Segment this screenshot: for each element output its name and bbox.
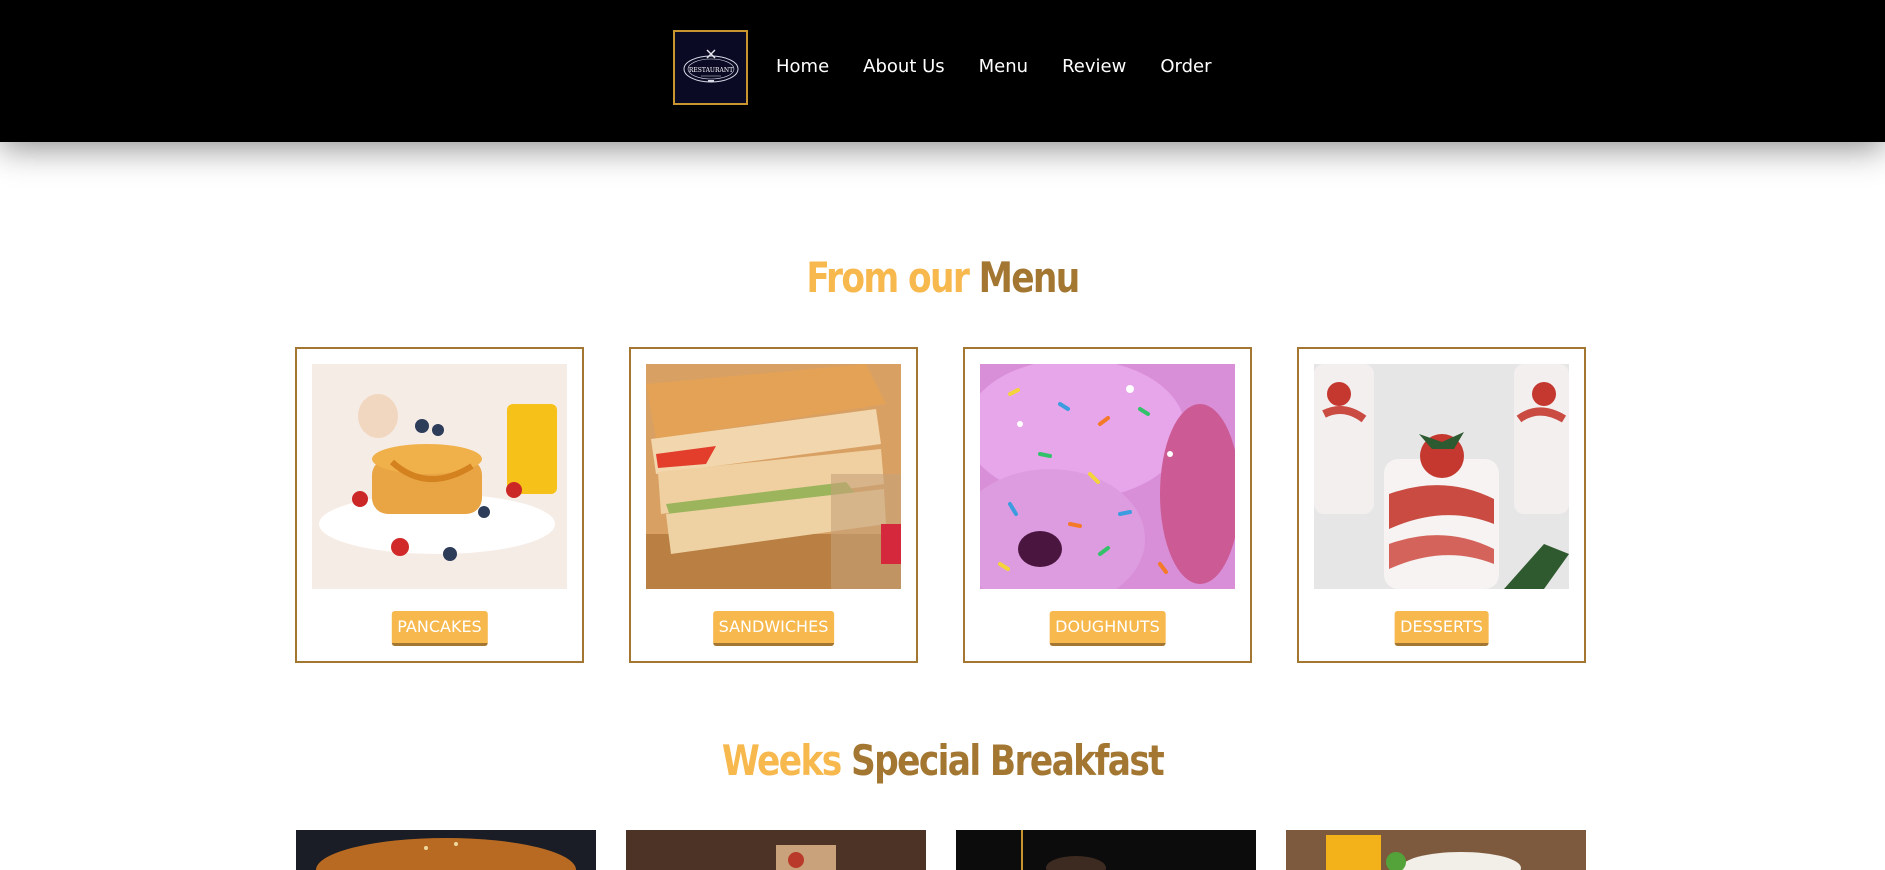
menu-title-dark: Menu <box>978 253 1081 302</box>
nav-menu-link[interactable]: Menu <box>979 55 1028 79</box>
menu-card-desserts[interactable]: DESSERTS <box>1297 347 1586 663</box>
pancakes-image <box>312 364 567 589</box>
menu-title-light: From our <box>806 253 970 302</box>
menu-section-title: From our Menu <box>170 253 1716 302</box>
sandwiches-button[interactable]: SANDWICHES <box>712 611 835 646</box>
nav-about-link[interactable]: About Us <box>863 55 945 79</box>
special-item-dish-image[interactable] <box>956 830 1256 870</box>
svg-text:RESTAURANT: RESTAURANT <box>688 67 732 74</box>
menu-card-doughnuts[interactable]: DOUGHNUTS <box>963 347 1252 663</box>
nav-home-link[interactable]: Home <box>776 55 829 79</box>
restaurant-logo[interactable]: RESTAURANT <box>673 30 748 105</box>
nav-links: Home About Us Menu Review Order <box>776 55 1245 79</box>
pancakes-button[interactable]: PANCAKES <box>391 611 488 646</box>
special-item-burger-image[interactable] <box>296 830 596 870</box>
doughnuts-button[interactable]: DOUGHNUTS <box>1049 611 1166 646</box>
special-item-wrap-image[interactable] <box>626 830 926 870</box>
desserts-button[interactable]: DESSERTS <box>1394 611 1489 646</box>
desserts-image <box>1314 364 1569 589</box>
menu-card-sandwiches[interactable]: SANDWICHES <box>629 347 918 663</box>
nav-review-link[interactable]: Review <box>1062 55 1126 79</box>
restaurant-logo-emblem-icon: RESTAURANT <box>683 49 738 82</box>
special-title-dark: Special Breakfast <box>850 736 1165 785</box>
menu-card-pancakes[interactable]: PANCAKES <box>295 347 584 663</box>
top-navbar: RESTAURANT Home About Us Menu Review Ord… <box>0 0 1885 142</box>
doughnuts-image <box>980 364 1235 589</box>
special-title-light: Weeks <box>721 736 842 785</box>
sandwiches-image <box>646 364 901 589</box>
nav-order-link[interactable]: Order <box>1160 55 1211 79</box>
special-item-breakfast-image[interactable] <box>1286 830 1586 870</box>
special-section-title: Weeks Special Breakfast <box>170 736 1716 785</box>
